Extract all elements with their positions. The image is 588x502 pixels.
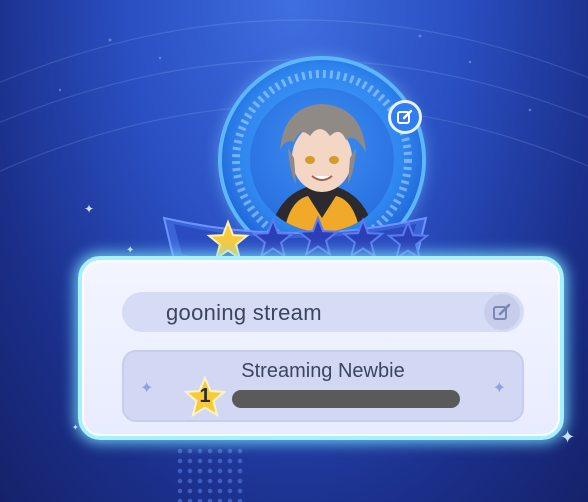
level-panel: Streaming Newbie ✦ ✦ 1 <box>122 350 524 422</box>
level-progress-bar <box>232 390 460 408</box>
player-name: gooning stream <box>166 300 322 325</box>
diamond-left-icon: ✦ <box>140 380 154 397</box>
sparkle-icon: ✦ <box>84 202 95 216</box>
diamond-right-icon: ✦ <box>492 380 506 397</box>
sparkle-icon: ✦ <box>72 423 79 432</box>
sparkle-icon: ✦ <box>126 245 135 256</box>
sparkle-icon: ✦ <box>560 427 576 447</box>
level-badge: 1 <box>183 375 227 418</box>
name-field[interactable]: gooning stream <box>122 292 524 332</box>
name-edit-button[interactable] <box>484 294 520 330</box>
pencil-square-icon <box>397 109 413 124</box>
level-number: 1 <box>199 385 211 407</box>
decorative-dots <box>175 446 245 502</box>
avatar-edit-button[interactable] <box>388 100 422 134</box>
pencil-square-icon <box>493 303 511 320</box>
profile-card: gooning stream Streaming Newbie ✦ ✦ 1 <box>78 256 564 440</box>
